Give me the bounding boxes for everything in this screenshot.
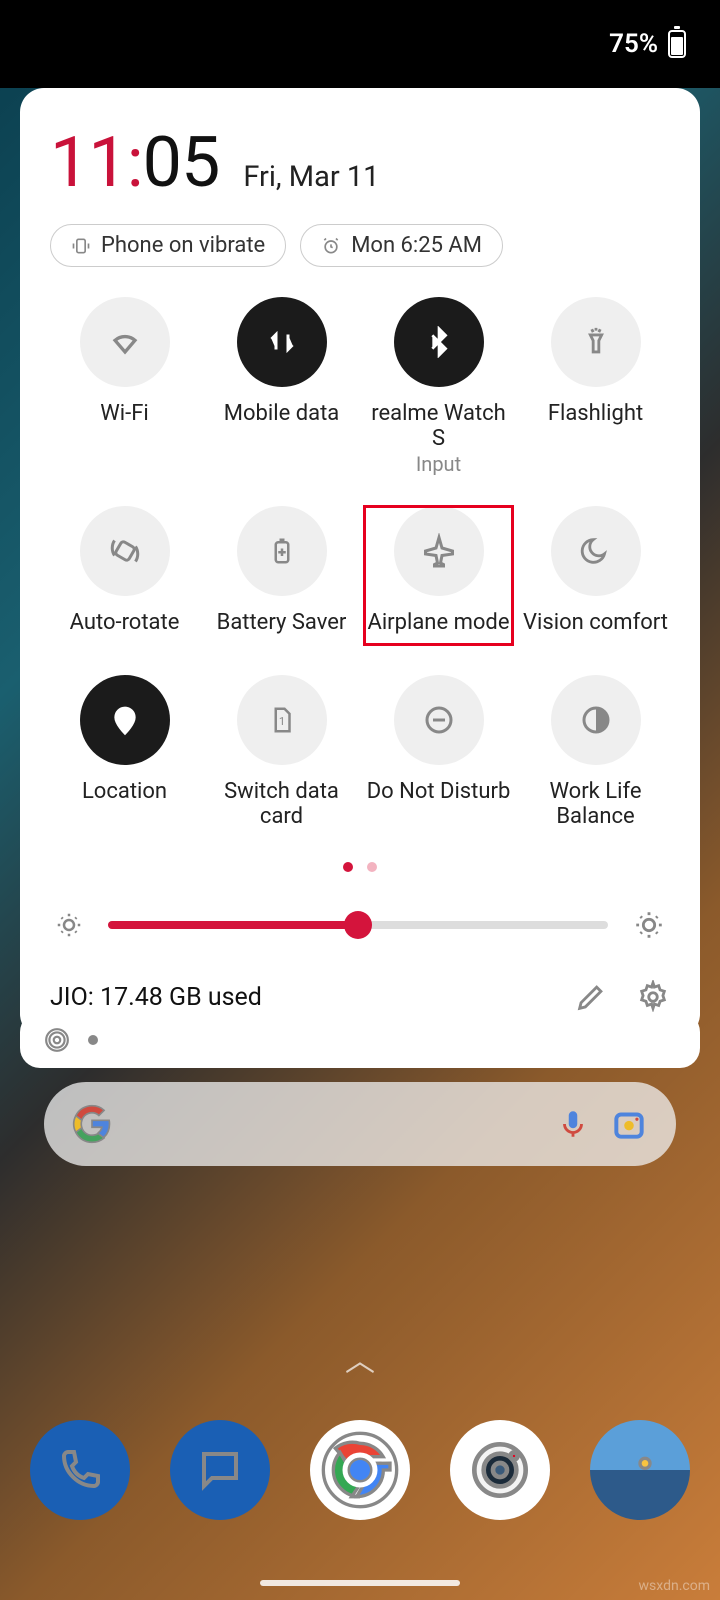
dock-app-messages[interactable] <box>170 1420 270 1520</box>
brightness-row: A <box>50 898 670 964</box>
wifi-icon <box>80 297 170 387</box>
tile-vision-comfort[interactable]: Vision comfort <box>521 506 670 645</box>
notification-strip[interactable] <box>20 1012 700 1068</box>
tile-battery-saver[interactable]: Battery Saver <box>207 506 356 645</box>
clock[interactable]: 11:05 <box>50 122 219 204</box>
clock-row: 11:05 Fri, Mar 11 <box>50 122 670 204</box>
alarm-label: Mon 6:25 AM <box>351 233 482 258</box>
app-drawer-handle[interactable]: ︿ <box>345 1336 375 1380</box>
page-dot-2[interactable] <box>367 862 377 872</box>
dock-app-phone[interactable] <box>30 1420 130 1520</box>
data-usage[interactable]: JIO: 17.48 GB used <box>50 983 262 1012</box>
alarm-chip[interactable]: Mon 6:25 AM <box>300 224 503 267</box>
dock-app-chrome[interactable] <box>310 1420 410 1520</box>
flashlight-icon <box>551 297 641 387</box>
qs-tiles-grid: Wi-Fi Mobile data realme Watch S Input F… <box>50 297 670 829</box>
tile-do-not-disturb[interactable]: Do Not Disturb <box>364 675 513 830</box>
dnd-icon <box>394 675 484 765</box>
tile-bluetooth[interactable]: realme Watch S Input <box>364 297 513 476</box>
tile-auto-rotate[interactable]: Auto-rotate <box>50 506 199 645</box>
vibrate-chip[interactable]: Phone on vibrate <box>50 224 286 267</box>
dock <box>0 1420 720 1520</box>
settings-icon[interactable] <box>636 980 670 1014</box>
mic-icon[interactable] <box>556 1104 590 1144</box>
dock-app-files[interactable] <box>590 1420 690 1520</box>
battery-saver-icon <box>237 506 327 596</box>
tile-airplane-mode[interactable]: Airplane mode <box>364 506 513 645</box>
google-search-bar[interactable] <box>44 1082 676 1166</box>
airplane-icon <box>394 506 484 596</box>
nav-gesture-pill[interactable] <box>260 1580 460 1586</box>
page-dot-1[interactable] <box>343 862 353 872</box>
auto-brightness-icon[interactable]: A <box>632 908 666 942</box>
vibrate-icon <box>71 236 91 256</box>
work-life-icon <box>551 675 641 765</box>
bluetooth-icon <box>394 297 484 387</box>
tile-wifi[interactable]: Wi-Fi <box>50 297 199 476</box>
quick-settings-panel: 11:05 Fri, Mar 11 Phone on vibrate Mon 6… <box>20 88 700 1038</box>
svg-text:1: 1 <box>278 715 284 728</box>
dock-app-camera[interactable] <box>450 1420 550 1520</box>
svg-text:A: A <box>659 926 666 940</box>
watermark: wsxdn.com <box>639 1578 710 1594</box>
mobile-data-icon <box>237 297 327 387</box>
location-icon <box>80 675 170 765</box>
brightness-thumb[interactable] <box>344 911 372 939</box>
edit-icon[interactable] <box>574 980 608 1014</box>
notif-dot <box>88 1035 98 1045</box>
auto-rotate-icon <box>80 506 170 596</box>
status-bar: 75% <box>0 0 720 88</box>
battery-percent: 75% <box>609 29 658 59</box>
tile-flashlight[interactable]: Flashlight <box>521 297 670 476</box>
page-dots <box>50 857 670 876</box>
tile-location[interactable]: Location <box>50 675 199 830</box>
brightness-low-icon <box>54 910 84 940</box>
clock-hour: 11 <box>50 122 127 204</box>
tile-switch-data-card[interactable]: 1 Switch data card <box>207 675 356 830</box>
alarm-icon <box>321 236 341 256</box>
status-chips: Phone on vibrate Mon 6:25 AM <box>50 224 670 267</box>
sim-icon: 1 <box>237 675 327 765</box>
clock-minute: 05 <box>143 122 220 204</box>
vibrate-label: Phone on vibrate <box>101 233 265 258</box>
nearby-icon <box>44 1027 70 1053</box>
date[interactable]: Fri, Mar 11 <box>243 160 379 194</box>
google-logo-icon <box>72 1104 112 1144</box>
lens-icon[interactable] <box>610 1105 648 1143</box>
vision-comfort-icon <box>551 506 641 596</box>
qs-footer: JIO: 17.48 GB used <box>50 964 670 1014</box>
brightness-slider[interactable] <box>108 921 608 929</box>
tile-work-life-balance[interactable]: Work Life Balance <box>521 675 670 830</box>
battery-icon <box>668 30 686 58</box>
tile-mobile-data[interactable]: Mobile data <box>207 297 356 476</box>
brightness-fill <box>108 921 358 929</box>
